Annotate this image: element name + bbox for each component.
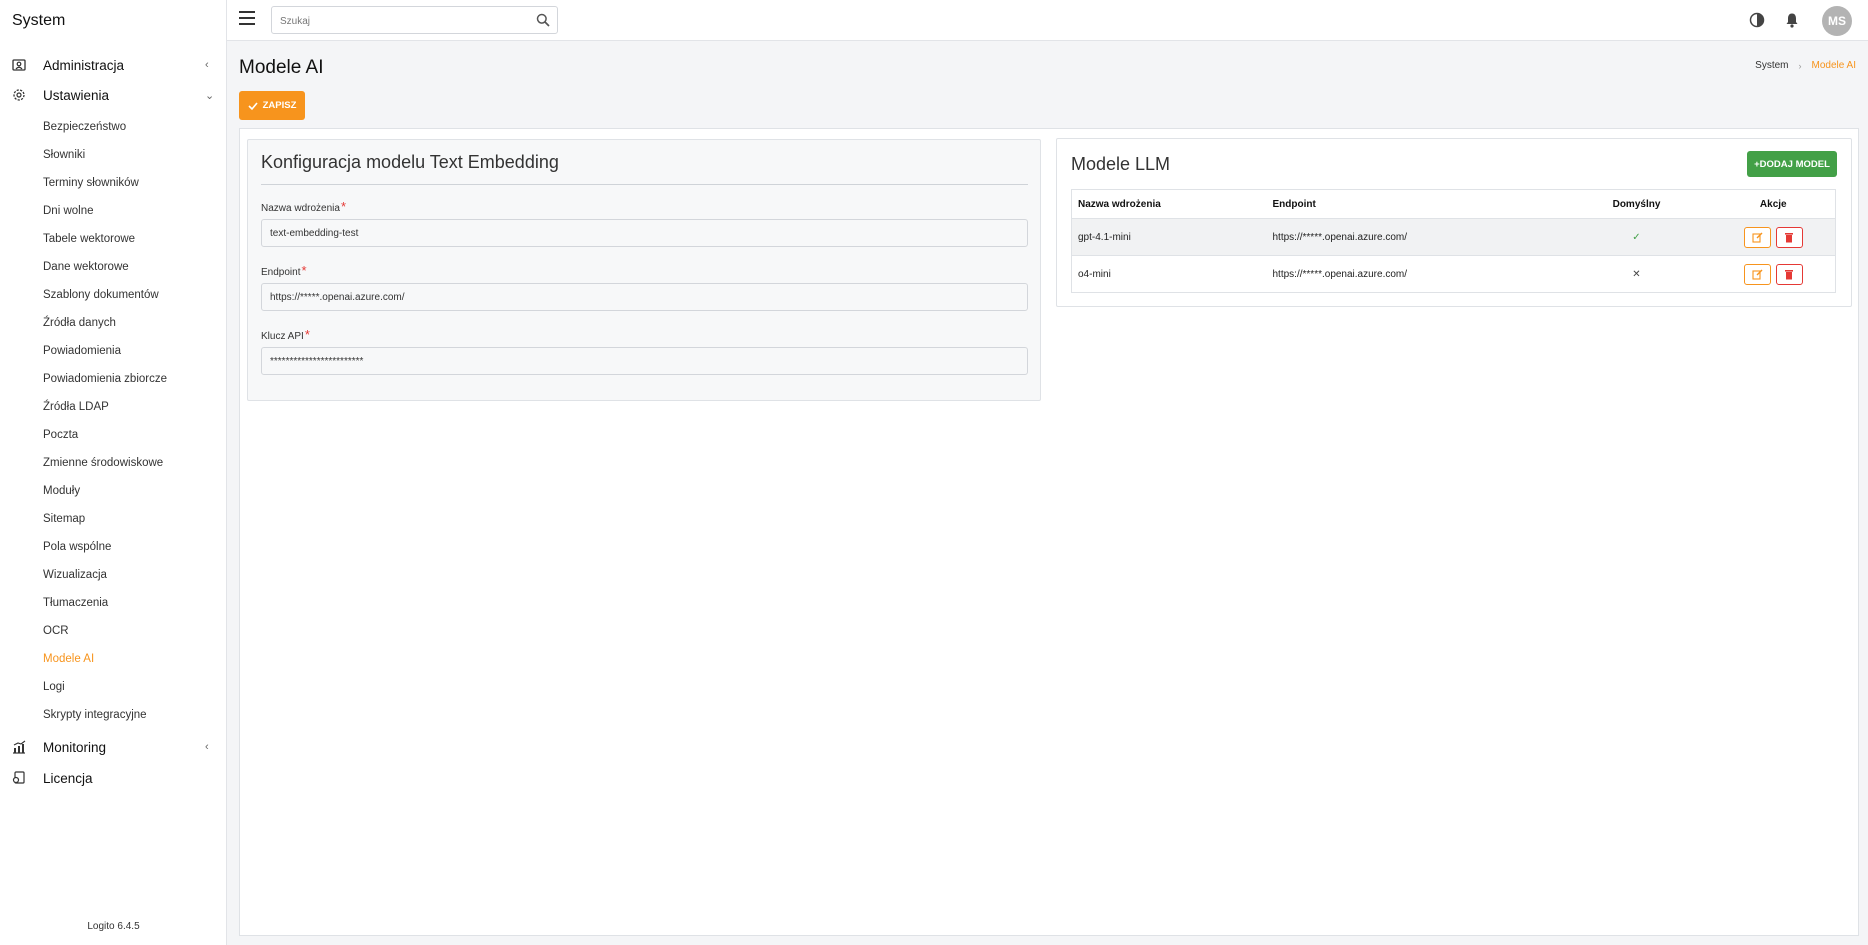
app-version: Logito 6.4.5 (87, 921, 140, 932)
nav-group-monitoring[interactable]: Monitoring ‹ (0, 733, 227, 761)
save-button[interactable]: ZAPISZ (239, 91, 305, 120)
cell-actions (1711, 255, 1836, 293)
trash-icon (1785, 232, 1794, 242)
breadcrumb-system[interactable]: System (1755, 60, 1788, 71)
sidebar-item-ocr[interactable]: OCR (43, 622, 69, 640)
delete-button[interactable] (1775, 263, 1803, 285)
sidebar-item-slowniki[interactable]: Słowniki (43, 146, 85, 164)
sidebar-item-dane-wektorowe[interactable]: Dane wektorowe (43, 258, 129, 276)
id-card-icon (12, 59, 26, 71)
column-header-actions: Akcje (1711, 189, 1836, 219)
edit-icon (1752, 269, 1763, 280)
default-check-icon: ✓ (1561, 218, 1712, 256)
sidebar-item-pola-wspolne[interactable]: Pola wspólne (43, 538, 111, 556)
sidebar-item-szablony-dokumentow[interactable]: Szablony dokumentów (43, 286, 159, 304)
sidebar-item-tlumaczenia[interactable]: Tłumaczenia (43, 594, 108, 612)
trash-icon (1785, 269, 1794, 279)
page-title: Modele AI (239, 57, 324, 78)
endpoint-field[interactable] (261, 283, 1028, 311)
sidebar-item-zrodla-ldap[interactable]: Źródła LDAP (43, 398, 109, 416)
sidebar: System Administracja ‹ Ustawienia ⌄ Bezp… (0, 0, 227, 945)
add-model-button[interactable]: + DODAJ MODEL (1747, 151, 1837, 177)
api-key-field[interactable] (261, 347, 1028, 375)
required-mark: * (301, 263, 307, 278)
save-button-label: ZAPISZ (262, 100, 297, 111)
chart-icon (13, 740, 26, 754)
breadcrumb-current: Modele AI (1811, 60, 1856, 71)
column-header-name[interactable]: Nazwa wdrożenia (1071, 189, 1267, 219)
nav-group-label: Administracja (43, 57, 125, 73)
cell-name: gpt-4.1-mini (1071, 218, 1267, 256)
endpoint-label: Endpoint* (261, 263, 307, 278)
nav-group-label: Ustawienia (43, 87, 110, 103)
sidebar-item-dni-wolne[interactable]: Dni wolne (43, 202, 94, 220)
column-header-endpoint[interactable]: Endpoint (1266, 189, 1562, 219)
sidebar-item-moduly[interactable]: Moduły (43, 482, 80, 500)
bell-icon[interactable] (1784, 12, 1800, 28)
edit-button[interactable] (1743, 263, 1771, 285)
table-row[interactable]: gpt-4.1-mini https://*****.openai.azure.… (1071, 218, 1836, 256)
breadcrumb-separator-icon: › (1798, 60, 1802, 71)
sidebar-item-terminy-slownikow[interactable]: Terminy słowników (43, 174, 139, 192)
sidebar-item-poczta[interactable]: Poczta (43, 426, 78, 444)
required-mark: * (304, 327, 310, 342)
theme-toggle-icon[interactable] (1749, 12, 1765, 28)
cell-endpoint: https://*****.openai.azure.com/ (1266, 255, 1562, 293)
sidebar-item-bezpieczenstwo[interactable]: Bezpieczeństwo (43, 118, 126, 136)
table-row[interactable]: o4-mini https://*****.openai.azure.com/ … (1071, 255, 1836, 293)
topbar: MS (227, 0, 1868, 41)
sidebar-item-wizualizacja[interactable]: Wizualizacja (43, 566, 107, 584)
breadcrumb: System › Modele AI (1755, 60, 1856, 71)
search-icon[interactable] (536, 13, 550, 27)
sidebar-item-zmienne-srodowiskowe[interactable]: Zmienne środowiskowe (43, 454, 163, 472)
nav-group-label: Licencja (43, 770, 93, 786)
llm-models-card: Modele LLM + DODAJ MODEL Nazwa wdrożenia … (1056, 138, 1852, 307)
llm-models-table: Nazwa wdrożenia Endpoint Domyślny Akcje … (1071, 189, 1836, 293)
divider (261, 184, 1028, 185)
sidebar-item-modele-ai[interactable]: Modele AI (43, 650, 94, 668)
sidebar-item-zrodla-danych[interactable]: Źródła danych (43, 314, 116, 332)
deployment-name-label: Nazwa wdrożenia* (261, 199, 346, 214)
sidebar-item-sitemap[interactable]: Sitemap (43, 510, 85, 528)
nav-group-licencja[interactable]: Licencja (0, 764, 227, 792)
edit-icon (1752, 232, 1763, 243)
nav-group-ustawienia[interactable]: Ustawienia ⌄ (0, 81, 227, 109)
license-icon (12, 771, 25, 784)
search-box (271, 6, 558, 34)
sidebar-item-powiadomienia-zbiorcze[interactable]: Powiadomienia zbiorcze (43, 370, 167, 388)
sidebar-item-logi[interactable]: Logi (43, 678, 65, 696)
avatar[interactable]: MS (1822, 6, 1852, 36)
edit-button[interactable] (1743, 226, 1771, 248)
sidebar-item-powiadomienia[interactable]: Powiadomienia (43, 342, 121, 360)
required-mark: * (340, 199, 346, 214)
deployment-name-field[interactable] (261, 219, 1028, 247)
embedding-card-title: Konfiguracja modelu Text Embedding (261, 152, 559, 172)
cell-actions (1711, 218, 1836, 256)
table-header-row: Nazwa wdrożenia Endpoint Domyślny Akcje (1071, 189, 1836, 219)
nav-group-administracja[interactable]: Administracja ‹ (0, 51, 227, 79)
chevron-down-icon: ⌄ (205, 89, 215, 102)
delete-button[interactable] (1775, 226, 1803, 248)
gear-icon (13, 89, 25, 101)
search-input[interactable] (280, 13, 520, 29)
llm-card-title: Modele LLM (1071, 154, 1171, 174)
sidebar-item-skrypty-integracyjne[interactable]: Skrypty integracyjne (43, 706, 147, 724)
chevron-left-icon: ‹ (205, 59, 209, 71)
column-header-default[interactable]: Domyślny (1561, 189, 1712, 219)
check-icon (248, 101, 258, 110)
menu-toggle-icon[interactable] (239, 11, 255, 25)
add-model-label: DODAJ MODEL (1759, 158, 1830, 170)
api-key-label: Klucz API* (261, 327, 310, 342)
chevron-left-icon: ‹ (205, 741, 209, 753)
cell-endpoint: https://*****.openai.azure.com/ (1266, 218, 1562, 256)
default-cross-icon: ✕ (1561, 255, 1712, 293)
nav-group-label: Monitoring (43, 739, 107, 755)
embedding-config-card: Konfiguracja modelu Text Embedding Nazwa… (247, 139, 1041, 401)
cell-name: o4-mini (1071, 255, 1267, 293)
sidebar-item-tabele-wektorowe[interactable]: Tabele wektorowe (43, 230, 135, 248)
brand-title: System (12, 12, 66, 29)
